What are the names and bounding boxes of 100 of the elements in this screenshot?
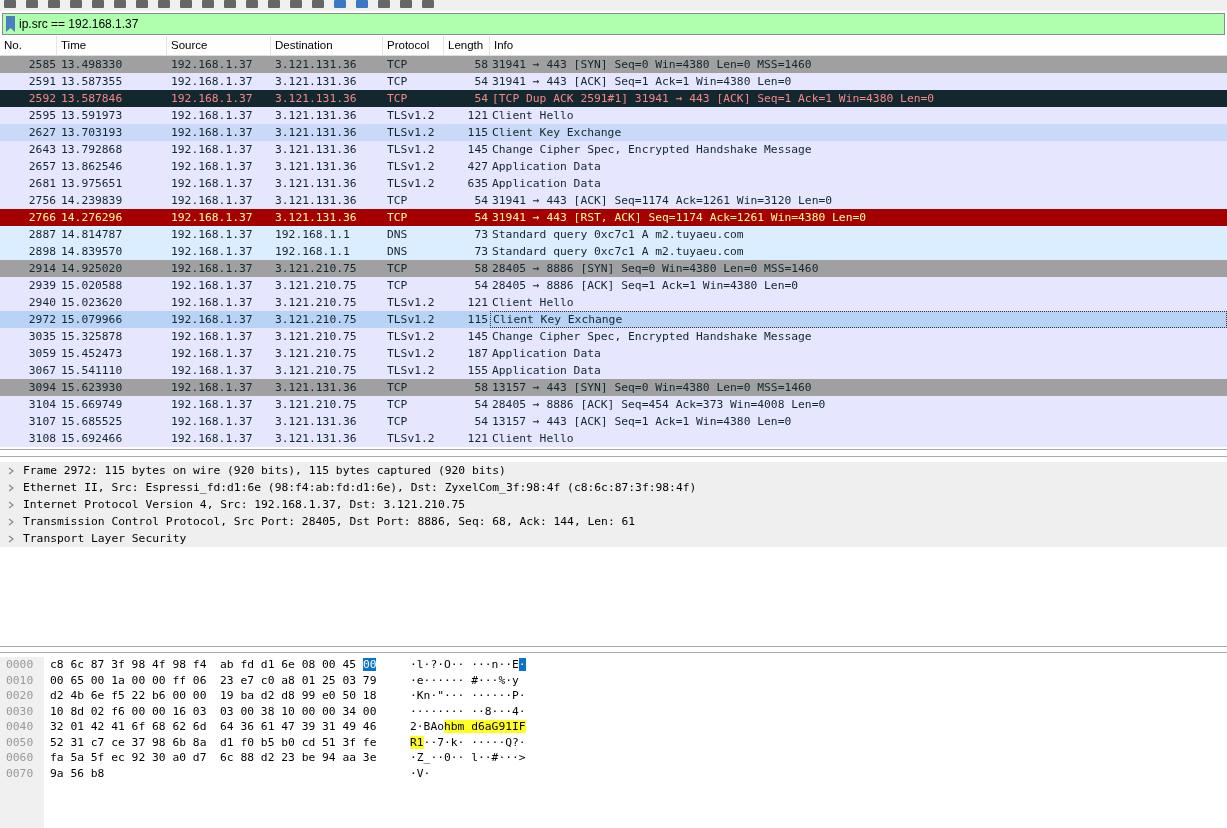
destination-cell-text: 192.168.1.1 — [274, 244, 351, 260]
destination-cell-text: 3.121.210.75 — [274, 295, 358, 311]
column-header[interactable]: Source — [167, 36, 271, 55]
packet-row[interactable]: 2592 13.587846 192.168.1.37 3.121.131.36 TCP 54 [TCP Dup ACK 2591#1] 31941 → 443 [ACK] Seq=1 Ack=1 Win=4380 Len=0 — [0, 90, 1227, 107]
bookmark-icon[interactable] — [6, 16, 15, 32]
packet-row[interactable]: 2914 14.925020 192.168.1.37 3.121.210.75 TCP 58 28405 → 8886 [SYN] Seq=0 Win=4380 Len=0 MSS=1460 — [0, 260, 1227, 277]
packet-row[interactable]: 2595 13.591973 192.168.1.37 3.121.131.36 TLSv1.2 121 Client Hello — [0, 107, 1227, 124]
protocol-cell-text: TLSv1.2 — [386, 329, 436, 345]
detail-row[interactable]: Transport Layer Security — [0, 530, 1227, 547]
toolbar-icon[interactable] — [420, 0, 436, 9]
destination-cell-text: 3.121.131.36 — [274, 176, 358, 192]
packet-row[interactable]: 3059 15.452473 192.168.1.37 3.121.210.75 TLSv1.2 187 Application Data — [0, 345, 1227, 362]
source-cell-text: 192.168.1.37 — [170, 346, 254, 362]
packet-row[interactable]: 2766 14.276296 192.168.1.37 3.121.131.36 TCP 54 31941 → 443 [RST, ACK] Seq=1174 Ack=1261 Win=4380 Len=0 — [0, 209, 1227, 226]
packet-row[interactable]: 3104 15.669749 192.168.1.37 3.121.210.75 TCP 54 28405 → 8886 [ACK] Seq=454 Ack=373 Win=4008 Len=0 — [0, 396, 1227, 413]
length-cell-text: 54 — [473, 210, 489, 226]
toolbar-icon[interactable] — [354, 0, 370, 9]
detail-row[interactable]: Frame 2972: 115 bytes on wire (920 bits), 115 bytes captured (920 bits) — [0, 462, 1227, 479]
packet-row[interactable]: 2681 13.975651 192.168.1.37 3.121.131.36 TLSv1.2 635 Application Data — [0, 175, 1227, 192]
length-cell-text: 187 — [466, 346, 489, 362]
toolbar-icon[interactable] — [178, 0, 194, 9]
info-cell-text: 13157 → 443 [ACK] Seq=1 Ack=1 Win=4380 Len=0 — [491, 414, 793, 430]
toolbar-icon[interactable] — [288, 0, 304, 9]
column-header[interactable]: Time — [57, 36, 167, 55]
packet-row[interactable]: 2643 13.792868 192.168.1.37 3.121.131.36 TLSv1.2 145 Change Cipher Spec, Encrypted Handshake Message — [0, 141, 1227, 158]
source-cell-text: 192.168.1.37 — [170, 210, 254, 226]
toolbar-icon[interactable] — [24, 0, 40, 9]
info-cell-text: 31941 → 443 [RST, ACK] Seq=1174 Ack=1261 Win=4380 Len=0 — [491, 210, 868, 226]
number-cell-text: 2657 — [27, 159, 57, 175]
toolbar-icon[interactable] — [2, 0, 18, 9]
offset-label: 0010 — [6, 672, 35, 688]
packet-row[interactable]: 2898 14.839570 192.168.1.37 192.168.1.1 DNS 73 Standard query 0xc7c1 A m2.tuyaeu.com — [0, 243, 1227, 260]
detail-text: Internet Protocol Version 4, Src: 192.168.1.37, Dst: 3.121.210.75 — [23, 498, 466, 511]
packet-row[interactable]: 3035 15.325878 192.168.1.37 3.121.210.75 TLSv1.2 145 Change Cipher Spec, Encrypted Handshake Message — [0, 328, 1227, 345]
info-cell-text: 31941 → 443 [ACK] Seq=1 Ack=1 Win=4380 Len=0 — [491, 74, 793, 90]
detail-text: Transmission Control Protocol, Src Port: 28405, Dst Port: 8886, Seq: 68, Ack: 144, Len: 61 — [23, 515, 636, 528]
info-cell-text: [TCP Dup ACK 2591#1] 31941 → 443 [ACK] Seq=1 Ack=1 Win=4380 Len=0 — [491, 91, 936, 107]
packet-row[interactable]: 3067 15.541110 192.168.1.37 3.121.210.75 TLSv1.2 155 Application Data — [0, 362, 1227, 379]
toolbar-icon[interactable] — [134, 0, 150, 9]
packet-row[interactable]: 2939 15.020588 192.168.1.37 3.121.210.75 TCP 54 28405 → 8886 [ACK] Seq=1 Ack=1 Win=4380 Len=0 — [0, 277, 1227, 294]
source-cell-text: 192.168.1.37 — [170, 142, 254, 158]
chevron-icon[interactable] — [7, 517, 15, 526]
toolbar-icon[interactable] — [46, 0, 62, 9]
protocol-cell-text: TLSv1.2 — [386, 159, 436, 175]
toolbar-icon[interactable] — [332, 0, 348, 9]
chevron-icon[interactable] — [7, 483, 15, 492]
protocol-cell-text: TLSv1.2 — [386, 295, 436, 311]
packet-row[interactable]: 3107 15.685525 192.168.1.37 3.121.131.36 TCP 54 13157 → 443 [ACK] Seq=1 Ack=1 Win=4380 Len=0 — [0, 413, 1227, 430]
source-cell-text: 192.168.1.37 — [170, 363, 254, 379]
chevron-icon[interactable] — [7, 534, 15, 543]
protocol-cell-text: TCP — [386, 57, 409, 73]
time-cell-text: 15.020588 — [60, 278, 124, 294]
toolbar-icon[interactable] — [200, 0, 216, 9]
protocol-cell-text: DNS — [386, 244, 409, 260]
destination-cell-text: 3.121.131.36 — [274, 414, 358, 430]
detail-row[interactable]: Ethernet II, Src: Espressi_fd:d1:6e (98:f4:ab:fd:d1:6e), Dst: ZyxelCom_3f:98:4f (c8:6c:87:3f:98:4f) — [0, 479, 1227, 496]
packet-row[interactable]: 2972 15.079966 192.168.1.37 3.121.210.75 TLSv1.2 115 Client Key Exchange — [0, 311, 1227, 328]
filter-text: ip.src == 192.168.1.37 — [19, 17, 139, 31]
column-header[interactable]: No. — [0, 36, 57, 55]
detail-row[interactable]: Internet Protocol Version 4, Src: 192.168.1.37, Dst: 3.121.210.75 — [0, 496, 1227, 513]
column-header[interactable]: Length — [444, 36, 490, 55]
source-cell-text: 192.168.1.37 — [170, 74, 254, 90]
toolbar-icon[interactable] — [244, 0, 260, 9]
packet-row[interactable]: 2657 13.862546 192.168.1.37 3.121.131.36 TLSv1.2 427 Application Data — [0, 158, 1227, 175]
info-cell-text: 28405 → 8886 [SYN] Seq=0 Win=4380 Len=0 MSS=1460 — [491, 261, 820, 277]
toolbar-icon[interactable] — [266, 0, 282, 9]
hex-bytes: d2 4b 6e f5 22 b6 00 00 19 ba d2 d8 99 e0 50 18 — [50, 689, 377, 702]
toolbar-icon[interactable] — [90, 0, 106, 9]
column-header[interactable]: Destination — [271, 36, 383, 55]
number-cell-text: 3059 — [27, 346, 57, 362]
packet-row[interactable]: 2940 15.023620 192.168.1.37 3.121.210.75 TLSv1.2 121 Client Hello — [0, 294, 1227, 311]
packet-row[interactable]: 2591 13.587355 192.168.1.37 3.121.131.36 TCP 54 31941 → 443 [ACK] Seq=1 Ack=1 Win=4380 Len=0 — [0, 73, 1227, 90]
toolbar-icon[interactable] — [222, 0, 238, 9]
display-filter-field[interactable]: ip.src == 192.168.1.37 — [2, 13, 1225, 35]
packet-row[interactable]: 2887 14.814787 192.168.1.37 192.168.1.1 DNS 73 Standard query 0xc7c1 A m2.tuyaeu.com — [0, 226, 1227, 243]
packet-row[interactable]: 2585 13.498330 192.168.1.37 3.121.131.36 TCP 58 31941 → 443 [SYN] Seq=0 Win=4380 Len=0 MSS=1460 — [0, 56, 1227, 73]
info-cell-text: 31941 → 443 [SYN] Seq=0 Win=4380 Len=0 MSS=1460 — [491, 57, 813, 73]
source-cell-text: 192.168.1.37 — [170, 159, 254, 175]
time-cell-text: 15.692466 — [60, 431, 124, 447]
toolbar-icon[interactable] — [310, 0, 326, 9]
column-header[interactable]: Protocol — [383, 36, 444, 55]
toolbar-icon[interactable] — [398, 0, 414, 9]
length-cell-text: 121 — [466, 295, 489, 311]
source-cell-text: 192.168.1.37 — [170, 244, 254, 260]
packet-row[interactable]: 2627 13.703193 192.168.1.37 3.121.131.36 TLSv1.2 115 Client Key Exchange — [0, 124, 1227, 141]
chevron-icon[interactable] — [7, 466, 15, 475]
length-cell-text: 635 — [466, 176, 489, 192]
hex-bytes: c8 6c 87 3f 98 4f 98 f4 ab fd d1 6e 08 00 45 — [50, 658, 358, 671]
toolbar-icon[interactable] — [376, 0, 392, 9]
packet-row[interactable]: 3094 15.623930 192.168.1.37 3.121.131.36 TCP 58 13157 → 443 [SYN] Seq=0 Win=4380 Len=0 MSS=1460 — [0, 379, 1227, 396]
packet-row[interactable]: 3108 15.692466 192.168.1.37 3.121.131.36 TLSv1.2 121 Client Hello — [0, 430, 1227, 447]
packet-row[interactable]: 2756 14.239839 192.168.1.37 3.121.131.36 TCP 54 31941 → 443 [ACK] Seq=1174 Ack=1261 Win=3120 Len=0 — [0, 192, 1227, 209]
source-cell-text: 192.168.1.37 — [170, 431, 254, 447]
toolbar-icon[interactable] — [68, 0, 84, 9]
detail-row[interactable]: Transmission Control Protocol, Src Port: 28405, Dst Port: 8886, Seq: 68, Ack: 144, Len: 61 — [0, 513, 1227, 530]
toolbar-icon[interactable] — [156, 0, 172, 9]
chevron-icon[interactable] — [7, 500, 15, 509]
column-header[interactable]: Info — [490, 36, 1227, 55]
toolbar-icon[interactable] — [112, 0, 128, 9]
info-cell-text: Client Hello — [491, 431, 575, 447]
